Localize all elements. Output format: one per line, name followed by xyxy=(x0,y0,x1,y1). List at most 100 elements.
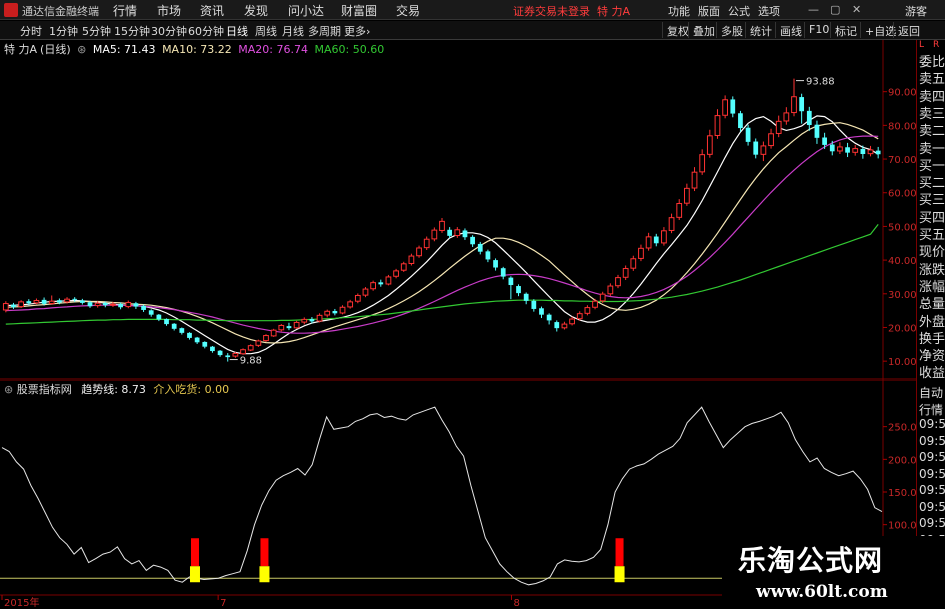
candle-body-up xyxy=(775,120,782,134)
period-weekly[interactable]: 周线 xyxy=(255,23,277,39)
candle-body-down xyxy=(210,346,215,352)
indicator-y-tick-label: 150.00 xyxy=(888,488,916,499)
candle-body-down xyxy=(806,110,812,126)
candle-body-down xyxy=(26,301,32,304)
candle-body-up xyxy=(408,255,415,264)
panel-item: 卖五 xyxy=(919,72,945,88)
y-tick-label: 60.00 xyxy=(888,189,916,200)
y-tick-label: 80.00 xyxy=(888,121,916,132)
ma-line-ma5 xyxy=(5,115,879,355)
indicator-y-tick-label: 100.00 xyxy=(888,521,916,532)
candle-body-up xyxy=(33,300,40,304)
period-daily[interactable]: 日线 xyxy=(226,23,248,39)
period-more[interactable]: 更多› xyxy=(344,23,370,39)
panel-item: 买五 xyxy=(919,228,945,243)
restore-icon[interactable]: ▢ xyxy=(830,3,840,16)
chevron-right-icon: › xyxy=(366,25,371,38)
period-15min[interactable]: 15分钟 xyxy=(114,23,150,39)
candle-body-up xyxy=(837,146,843,152)
y-tick-label: 90.00 xyxy=(888,88,916,99)
panel-item: 卖四 xyxy=(919,89,945,105)
candle-body-up xyxy=(270,329,277,337)
user-guest[interactable]: 游客 xyxy=(905,3,927,19)
menu-faxian[interactable]: 发现 xyxy=(244,2,268,19)
candle-body-up xyxy=(607,285,614,295)
y-tick-label: 50.00 xyxy=(888,222,916,233)
candle-body-down xyxy=(753,141,759,155)
candle-body-up xyxy=(110,303,116,306)
panel-item: 卖一 xyxy=(919,141,945,157)
close-icon[interactable]: ✕ xyxy=(852,3,861,16)
signal-bar-red xyxy=(615,538,624,567)
tick-item: 行情 xyxy=(919,402,944,417)
period-1min[interactable]: 1分钟 xyxy=(49,23,78,39)
menu-banmian[interactable]: 版面 xyxy=(698,3,720,19)
candle-body-up xyxy=(722,99,729,116)
candle-body-down xyxy=(102,302,108,306)
candle-body-up xyxy=(676,203,683,218)
candle-body-down xyxy=(875,150,881,155)
minimize-icon[interactable]: — xyxy=(808,3,819,16)
period-5min[interactable]: 5分钟 xyxy=(82,23,111,39)
candle-body-up xyxy=(301,318,308,323)
menu-xuanxiang[interactable]: 选项 xyxy=(758,3,780,19)
candle-body-up xyxy=(416,247,422,257)
watermark-title: 乐淘公式网 xyxy=(738,544,884,577)
candle-body-up xyxy=(867,149,874,155)
period-multi[interactable]: 多周期 xyxy=(308,23,341,39)
candlestick-chart[interactable]: 10.00 20.00 30.00 40.00 50.00 60.00 70.00 80.00… xyxy=(0,40,916,380)
panel-top-r: R xyxy=(933,40,940,50)
price-annotation: 93.88 xyxy=(806,77,835,88)
candle-body-down xyxy=(309,319,315,322)
y-tick-label: 70.00 xyxy=(888,155,916,166)
candle-body-up xyxy=(232,352,239,357)
candle-body-up xyxy=(454,229,461,237)
menu-hangqing[interactable]: 行情 xyxy=(113,2,137,19)
x-tick-label: 8 xyxy=(513,598,519,609)
tick-item: 09:52 xyxy=(919,516,945,530)
candle-body-down xyxy=(516,286,521,294)
candle-body-down xyxy=(194,337,200,343)
candle-body-up xyxy=(439,220,445,231)
candle-body-down xyxy=(493,260,498,268)
panel-item: 买四 xyxy=(919,210,945,226)
menu-caifuquan[interactable]: 财富圈 xyxy=(341,2,377,19)
period-fenshi[interactable]: 分时 xyxy=(20,23,42,39)
tick-item: 09:52 xyxy=(919,499,945,514)
period-30min[interactable]: 30分钟 xyxy=(151,23,187,39)
menu-gongshi[interactable]: 公式 xyxy=(728,3,750,19)
candle-body-up xyxy=(791,96,797,114)
menu-shichang[interactable]: 市场 xyxy=(157,2,181,19)
login-notice[interactable]: 证券交易未登录 特 力A xyxy=(513,3,630,19)
candle-body-down xyxy=(730,99,736,114)
candle-body-down xyxy=(79,300,85,303)
btn-huaxian[interactable]: 画线 xyxy=(775,22,806,38)
btn-duogu[interactable]: 多股 xyxy=(716,22,747,38)
btn-diejia[interactable]: 叠加 xyxy=(688,22,719,38)
signal-bar-yellow xyxy=(259,566,270,583)
app-logo-icon xyxy=(4,3,18,17)
candle-body-down xyxy=(41,299,47,304)
panel-item: 收益 xyxy=(919,366,945,382)
candle-body-down xyxy=(508,277,514,286)
btn-fanhui[interactable]: 返回 xyxy=(893,22,924,38)
candle-body-up xyxy=(768,133,774,147)
btn-biaoji[interactable]: 标记 xyxy=(830,22,861,38)
indicator-y-tick-label: 200.00 xyxy=(888,455,916,466)
candle-body-down xyxy=(164,319,169,325)
period-monthly[interactable]: 月线 xyxy=(282,23,304,39)
menu-wenxiaoda[interactable]: 问小达 xyxy=(288,2,324,19)
candle-body-down xyxy=(202,341,208,347)
menu-zixun[interactable]: 资讯 xyxy=(200,2,224,19)
candle-body-down xyxy=(546,314,552,321)
btn-f10[interactable]: F10 xyxy=(804,22,833,38)
candle-body-down xyxy=(500,268,506,277)
period-toolbar: 分时 1分钟 5分钟 15分钟 30分钟 60分钟 日线 周线 月线 多周期 更… xyxy=(0,21,945,40)
period-60min[interactable]: 60分钟 xyxy=(188,23,224,39)
btn-tongji[interactable]: 统计 xyxy=(745,22,776,38)
candle-body-down xyxy=(860,148,866,154)
menu-jiaoyi[interactable]: 交易 xyxy=(396,2,420,19)
signal-bar-yellow xyxy=(614,566,625,583)
price-annotation: 9.88 xyxy=(240,356,262,367)
menu-gongneng[interactable]: 功能 xyxy=(668,3,690,19)
